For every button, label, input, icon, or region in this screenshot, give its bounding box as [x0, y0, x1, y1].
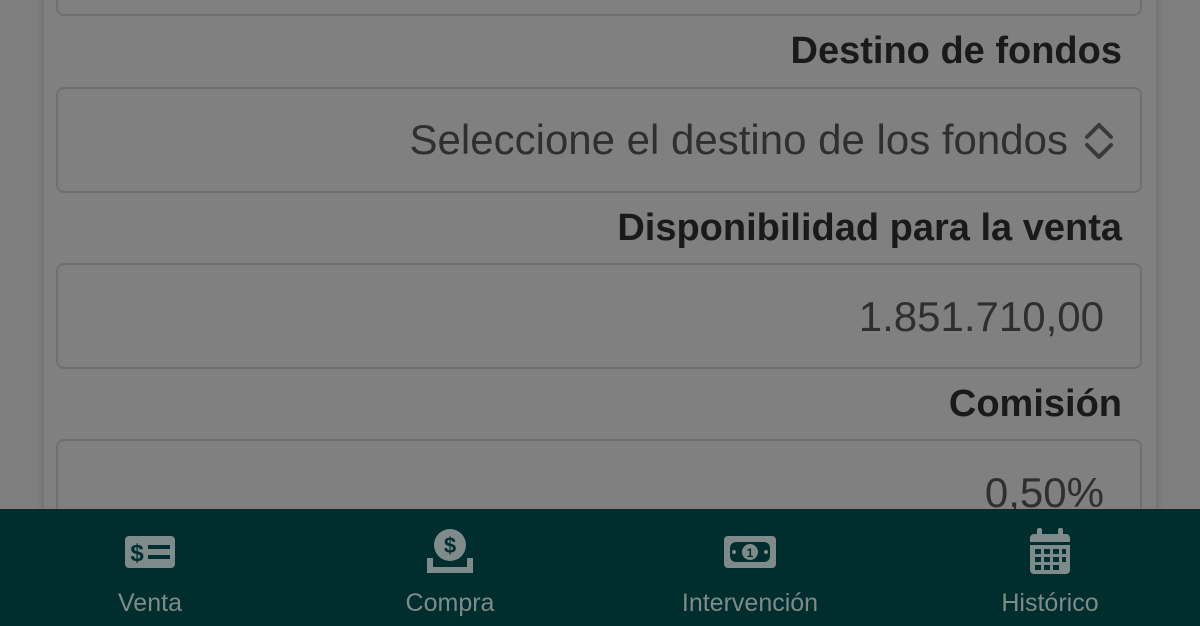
cash-icon: 1	[723, 528, 777, 576]
svg-text:$: $	[130, 540, 144, 567]
calendar-icon	[1023, 528, 1077, 576]
disponibilidad-field: 1.851.710,00	[56, 263, 1142, 369]
hand-coin-icon: $	[423, 528, 477, 576]
bottom-nav: $ Venta $ Compra 1 Intervención Históric…	[0, 509, 1200, 626]
nav-item-venta[interactable]: $ Venta	[0, 509, 300, 626]
nav-item-historico[interactable]: Histórico	[900, 509, 1200, 626]
nav-label-historico: Histórico	[1001, 589, 1099, 617]
nav-label-intervencion: Intervención	[681, 589, 819, 617]
svg-text:$: $	[444, 533, 456, 558]
svg-text:1: 1	[747, 546, 754, 560]
comision-label: Comisión	[948, 383, 1122, 425]
nav-item-compra[interactable]: $ Compra	[300, 509, 600, 626]
disponibilidad-label: Disponibilidad para la venta	[617, 207, 1122, 249]
nav-item-intervencion[interactable]: 1 Intervención	[600, 509, 900, 626]
destino-select-placeholder: Seleccione el destino de los fondos	[409, 116, 1068, 163]
destino-select[interactable]: Seleccione el destino de los fondos	[56, 87, 1142, 193]
previous-field[interactable]	[56, 0, 1142, 16]
money-bill-icon: $	[123, 528, 177, 576]
destino-label: Destino de fondos	[790, 30, 1122, 72]
nav-label-venta: Venta	[118, 589, 182, 617]
select-arrows-icon	[1082, 120, 1116, 162]
disponibilidad-value: 1.851.710,00	[858, 293, 1104, 340]
nav-label-compra: Compra	[405, 589, 495, 617]
